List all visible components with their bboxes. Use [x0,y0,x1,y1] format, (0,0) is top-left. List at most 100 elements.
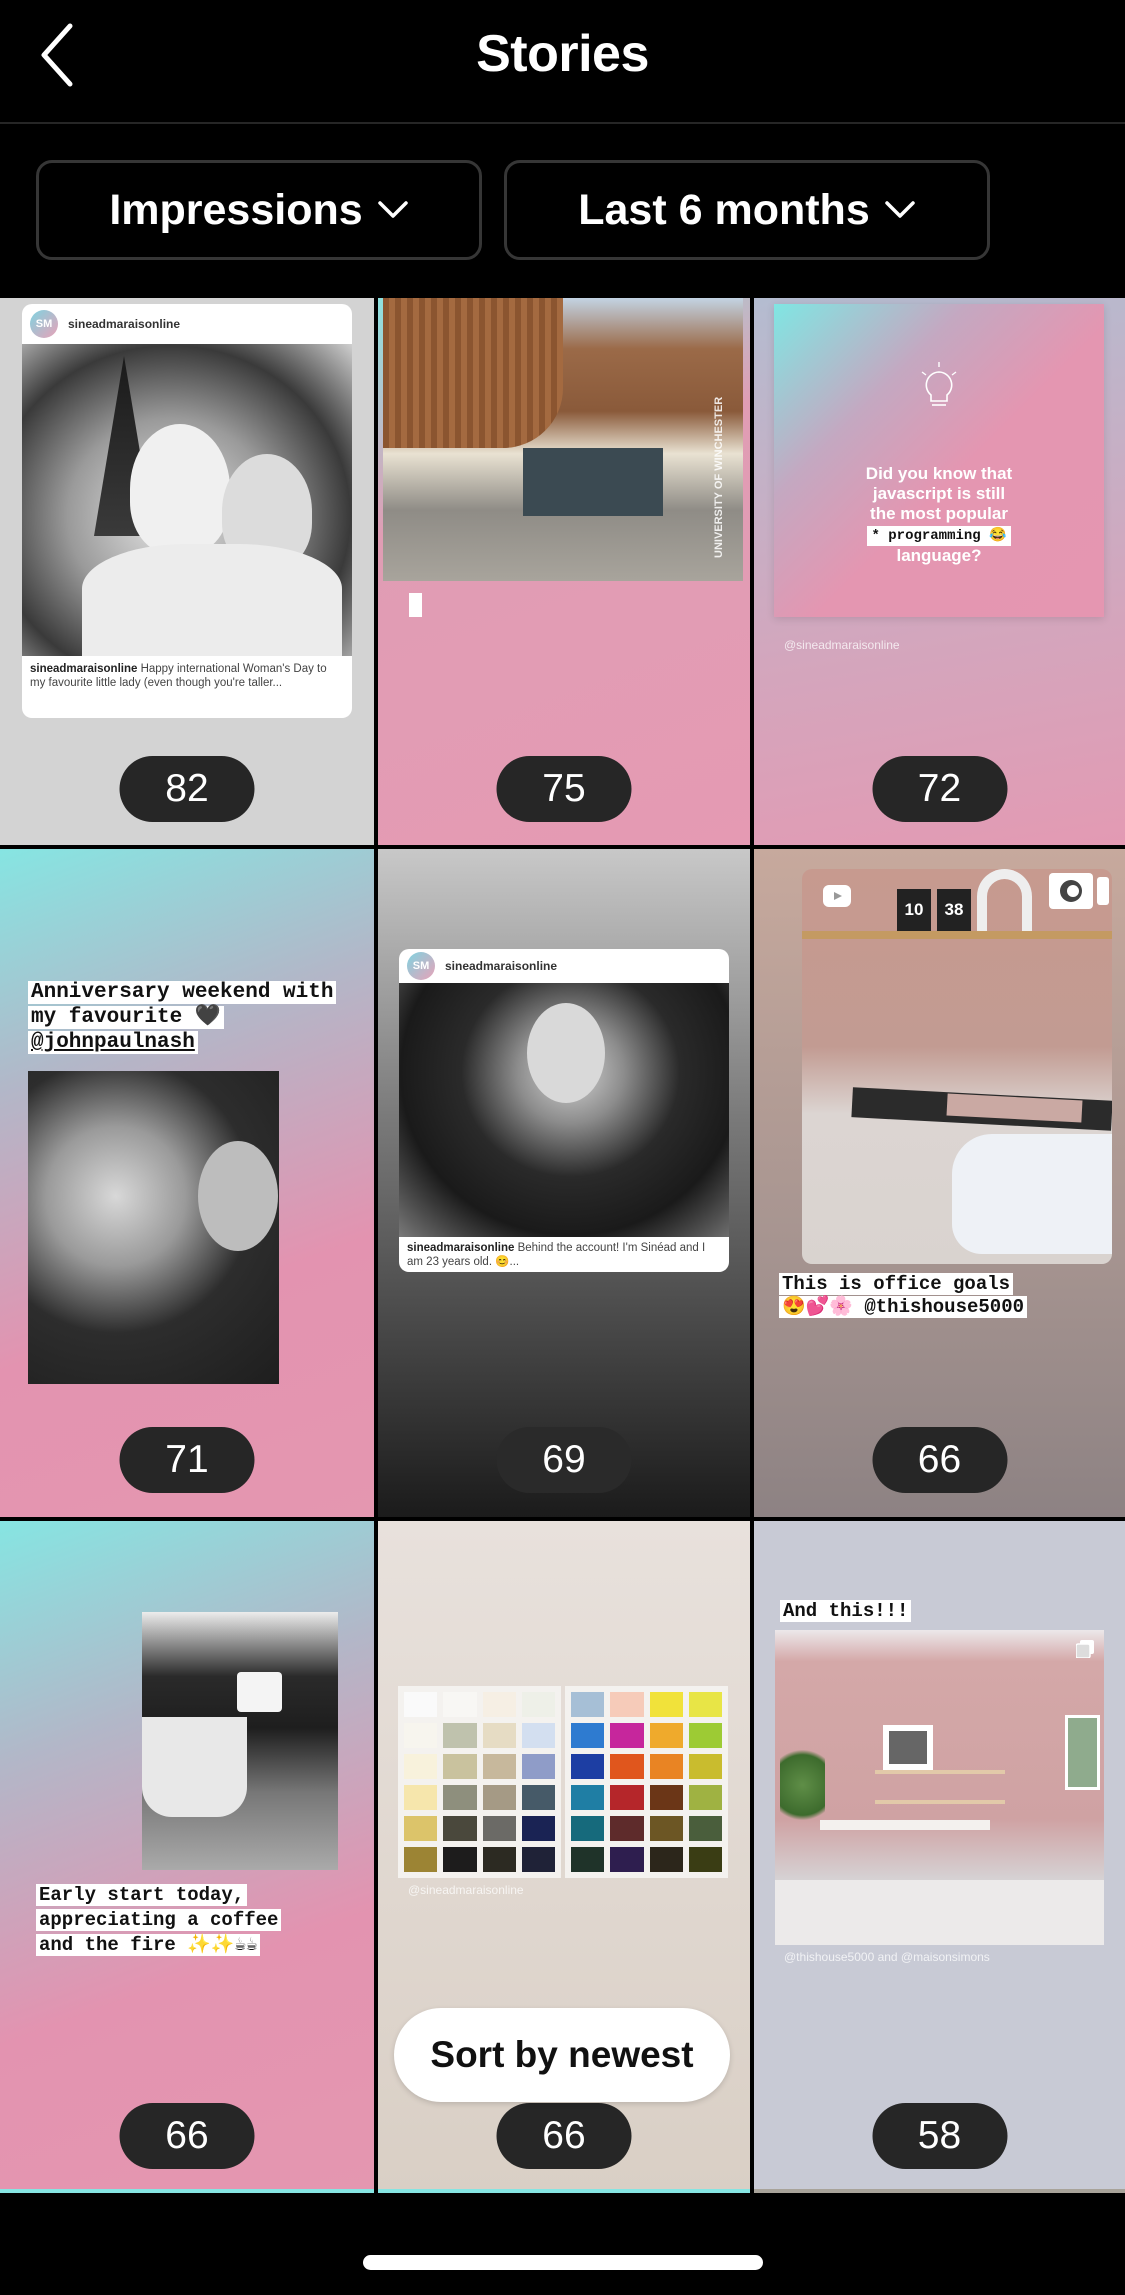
home-indicator[interactable] [363,2255,763,2270]
sweater-shape [82,544,342,656]
paint-swatch [482,1785,516,1810]
metric-dropdown-label: Impressions [109,185,363,234]
fire-glow [237,1672,282,1712]
sort-by-newest-button[interactable]: Sort by newest [394,2008,730,2102]
story-tile[interactable]: SM sineadmaraisonline sineadmaraisonline… [0,298,374,845]
building-facade [383,298,563,448]
story-photo: UNIVERSITY OF WINCHESTER [383,298,743,581]
caption-username: sineadmaraisonline [407,1242,515,1254]
mention-link[interactable]: @johnpaulnash [28,1031,198,1054]
caption-line: 😍💕🌸 @thishouse5000 [779,1296,1027,1318]
paint-swatch [443,1754,477,1779]
avatar: SM [407,952,435,980]
story-tile[interactable]: UNIVERSITY OF WINCHESTER 75 [378,298,750,845]
paint-swatch [443,1692,477,1717]
impressions-badge: 69 [496,1427,632,1493]
paint-swatch [688,1692,722,1717]
story-photo [28,1071,279,1384]
location-sticker: UNIVERSITY OF WINCHESTER [713,396,725,558]
impressions-badge: 82 [119,756,255,822]
highlight-sticker: * programming 😂 [867,526,1011,546]
paint-swatch [443,1847,477,1872]
metric-dropdown[interactable]: Impressions [36,160,482,260]
post-username: sineadmaraisonline [68,317,181,331]
paint-swatch [571,1723,605,1748]
post-header: SM sineadmaraisonline [22,304,352,344]
swatch-page-left [398,1686,561,1878]
story-tile[interactable]: 10 38 This is office goals 😍💕🌸 @thishous… [754,849,1125,1517]
paint-swatch [649,1692,683,1717]
paint-swatch [610,1692,644,1717]
paint-swatch [688,1754,722,1779]
paint-swatch [521,1692,555,1717]
story-tile[interactable]: Anniversary weekend with my favourite 🖤 … [0,849,374,1517]
swatch-page-right [565,1686,728,1878]
paint-swatch [571,1847,605,1872]
watermark: @sineadmaraisonline [408,1883,524,1897]
paint-swatch [521,1785,555,1810]
impressions-badge: 71 [119,1427,255,1493]
story-tile[interactable]: Early start today, appreciating a coffee… [0,1521,374,2193]
reel-video: 10 38 [802,869,1112,1264]
shared-post-card: SM sineadmaraisonline sineadmaraisonline… [399,949,729,1272]
paint-swatch [571,1785,605,1810]
paint-swatch [610,1785,644,1810]
paint-swatch [443,1816,477,1841]
caption-line: appreciating a coffee [36,1909,282,1931]
caption-line: Anniversary weekend with [28,981,337,1004]
plant [780,1740,825,1830]
shelf [875,1770,1005,1774]
paint-swatch [649,1723,683,1748]
poster [1065,1715,1100,1790]
post-text: Did you know that javascript is still th… [774,464,1104,566]
caption-line: This is office goals [779,1273,1014,1295]
paint-swatch [610,1847,644,1872]
sleeve-shape [952,1134,1112,1254]
shelf [875,1800,1005,1804]
impressions-badge: 58 [872,2103,1007,2169]
caption-line: Early start today, [36,1884,248,1906]
paint-swatch [571,1692,605,1717]
post-username: sineadmaraisonline [445,959,558,973]
filter-bar: Impressions Last 6 months [0,126,1125,298]
paint-swatch [571,1816,605,1841]
story-tile[interactable]: Did you know that javascript is still th… [754,298,1125,845]
story-tile[interactable]: SM sineadmaraisonline sineadmaraisonline… [378,849,750,1517]
impressions-badge: 75 [496,756,632,822]
paint-swatch [482,1847,516,1872]
glass-entrance [523,448,663,516]
paint-swatch [443,1785,477,1810]
period-dropdown[interactable]: Last 6 months [504,160,990,260]
paint-swatch [482,1723,516,1748]
post-photo [399,983,729,1237]
caption-line: And this!!! [780,1600,912,1622]
paint-swatch [610,1816,644,1841]
caption-line: my favourite 🖤 [28,1006,224,1029]
paint-swatch [521,1816,555,1841]
face-shape [130,424,230,554]
story-caption: Early start today, appreciating a coffee… [36,1883,374,1958]
reels-icon [823,885,851,907]
arch-vase [977,869,1032,931]
chevron-down-icon [377,201,408,218]
text-cursor [409,593,422,617]
mug-shape [142,1717,247,1817]
paint-swatch [688,1847,722,1872]
paint-swatch [443,1723,477,1748]
paint-swatch [521,1847,555,1872]
carousel-icon [1076,1640,1094,1658]
paint-swatch [404,1785,438,1810]
post-header: SM sineadmaraisonline [399,949,729,983]
post-caption: sineadmaraisonline Happy international W… [22,656,352,696]
paint-swatch [482,1754,516,1779]
paint-swatch [610,1754,644,1779]
wall-frame [883,1725,933,1770]
post-text-line: the most popular [870,504,1008,523]
chevron-down-icon [885,201,915,218]
story-tile[interactable]: And this!!! @thishouse5000 and @maisonsi… [754,1521,1125,2193]
paint-swatch [521,1723,555,1748]
desk-top [820,1820,990,1830]
caption-username: sineadmaraisonline [30,663,138,675]
rug [775,1880,1104,1945]
post-caption: sineadmaraisonline Behind the account! I… [399,1237,729,1272]
